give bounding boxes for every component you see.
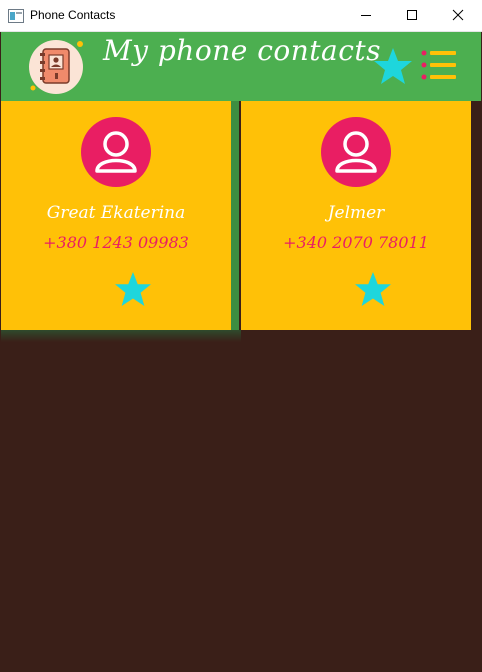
favorite-star-button[interactable] <box>114 271 152 307</box>
app-icon <box>8 8 24 23</box>
star-icon <box>374 48 412 84</box>
app-header: My phone contacts <box>1 32 481 101</box>
contact-phone: +380 1243 09983 <box>43 233 189 252</box>
user-icon <box>335 131 377 173</box>
user-icon <box>95 131 137 173</box>
favorite-star-button[interactable] <box>354 271 392 307</box>
menu-button[interactable] <box>420 49 458 81</box>
contact-card[interactable]: Jelmer +340 2070 78011 <box>241 101 471 330</box>
close-icon <box>452 9 464 21</box>
menu-icon <box>421 50 456 80</box>
contact-name: Great Ekaterina <box>46 203 186 223</box>
star-icon <box>355 271 391 307</box>
minimize-button[interactable] <box>343 0 389 31</box>
favorites-star-button[interactable] <box>373 47 413 85</box>
maximize-icon <box>407 10 417 20</box>
minimize-icon <box>361 15 371 16</box>
window-title: Phone Contacts <box>30 8 116 22</box>
close-button[interactable] <box>435 0 481 31</box>
contacts-grid: Great Ekaterina +380 1243 09983 Jelmer +… <box>1 101 481 672</box>
window-titlebar: Phone Contacts <box>0 0 482 32</box>
contact-name: Jelmer <box>327 203 385 223</box>
contact-phone: +340 2070 78011 <box>283 233 429 252</box>
maximize-button[interactable] <box>389 0 435 31</box>
star-icon <box>115 271 151 307</box>
contact-card[interactable]: Great Ekaterina +380 1243 09983 <box>1 101 239 330</box>
card-shadow <box>1 330 241 342</box>
avatar <box>321 117 391 187</box>
avatar <box>81 117 151 187</box>
